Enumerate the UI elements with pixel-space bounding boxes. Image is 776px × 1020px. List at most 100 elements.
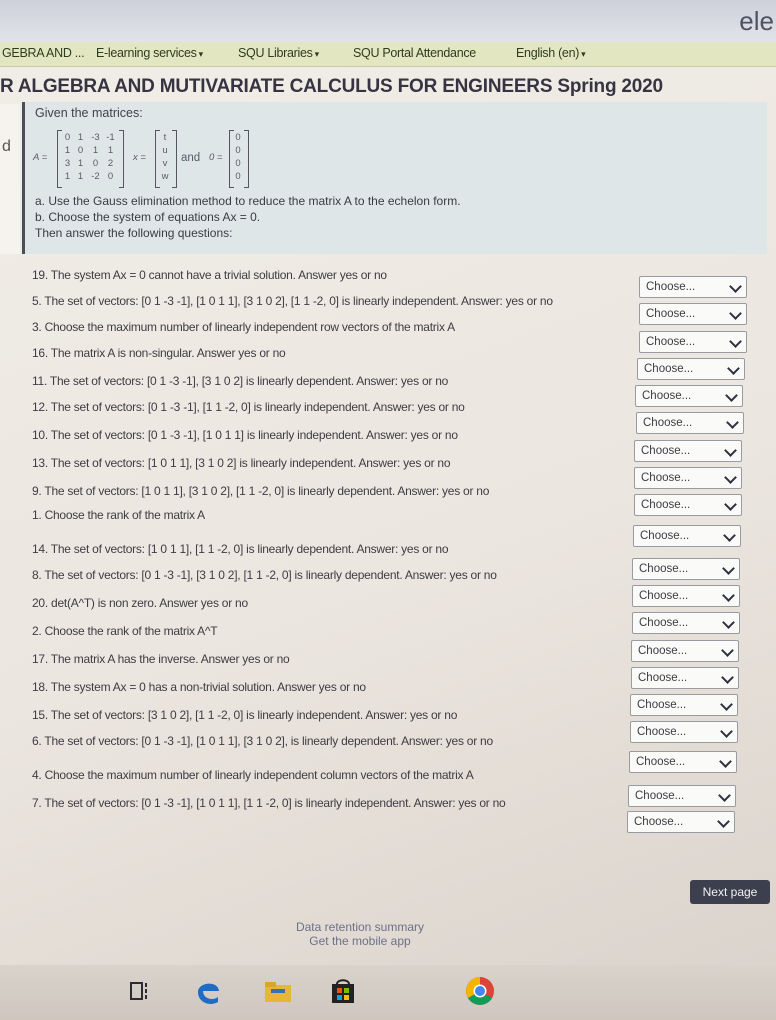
answer-select[interactable]: Choose...: [628, 785, 736, 807]
data-retention-link[interactable]: Data retention summary: [0, 920, 720, 934]
nav-item-3[interactable]: SQU Libraries ▾: [238, 46, 319, 60]
answer-select-label: Choose...: [642, 390, 692, 402]
answer-select[interactable]: Choose...: [633, 525, 741, 547]
answer-select-label: Choose...: [641, 445, 691, 457]
question-text: 17. The matrix A has the inverse. Answer…: [32, 652, 290, 666]
answer-select[interactable]: Choose...: [629, 751, 737, 773]
answer-select-label: Choose...: [643, 417, 693, 429]
matrix-cell: 1: [107, 145, 114, 156]
question-text: 10. The set of vectors: [0 1 -3 -1], [1 …: [32, 428, 458, 442]
question-text: 14. The set of vectors: [1 0 1 1], [1 1 …: [32, 542, 449, 556]
zero-vector: 0 0 0 0: [232, 132, 244, 182]
instruction-a: a. Use the Gauss elimination method to r…: [35, 194, 461, 208]
matrix-cell: -3: [91, 132, 100, 143]
question-text: 19. The system Ax = 0 cannot have a triv…: [32, 268, 387, 282]
edge-icon[interactable]: [192, 975, 224, 1007]
answer-select[interactable]: Choose...: [639, 303, 747, 325]
chevron-down-icon: [727, 362, 740, 375]
mobile-app-link[interactable]: Get the mobile app: [0, 934, 720, 948]
store-icon[interactable]: [327, 975, 359, 1007]
answer-select[interactable]: Choose...: [636, 412, 744, 434]
answer-select[interactable]: Choose...: [630, 694, 738, 716]
chevron-down-icon: [729, 335, 742, 348]
chevron-down-icon: [718, 789, 731, 802]
left-edge: d: [0, 104, 20, 254]
nav-item-4[interactable]: SQU Portal Attendance: [353, 46, 476, 60]
and-label: and: [181, 152, 201, 164]
question-text: 15. The set of vectors: [3 1 0 2], [1 1 …: [32, 708, 458, 722]
answer-select[interactable]: Choose...: [634, 467, 742, 489]
nav-item-5[interactable]: English (en) ▾: [516, 46, 586, 60]
answer-select[interactable]: Choose...: [632, 558, 740, 580]
question-text: 4. Choose the maximum number of linearly…: [32, 768, 474, 782]
answer-select-label: Choose...: [641, 472, 691, 484]
left-edge-mark: d: [2, 138, 11, 155]
answer-select-label: Choose...: [646, 308, 696, 320]
answer-select-label: Choose...: [640, 530, 690, 542]
nav-item-2[interactable]: E-learning services ▾: [96, 46, 203, 60]
answer-select-label: Choose...: [646, 336, 696, 348]
question-text: 6. The set of vectors: [0 1 -3 -1], [1 0…: [32, 734, 493, 748]
chevron-down-icon: [724, 444, 737, 457]
taskbar: [0, 965, 776, 1020]
vector-x: tuvw: [158, 132, 172, 182]
nav-item-label: SQU Libraries: [238, 46, 313, 60]
answer-select[interactable]: Choose...: [634, 440, 742, 462]
question-box: Given the matrices: A = 0 1 -3 -1 1 0 1 1 3 1 0 2 1 1…: [22, 102, 767, 254]
answer-select-label: Choose...: [644, 363, 694, 375]
question-text: 1. Choose the rank of the matrix A: [32, 508, 205, 522]
answer-select[interactable]: Choose...: [631, 640, 739, 662]
vector-x-label: x =: [133, 152, 146, 163]
matrix-cell: 0: [64, 132, 71, 143]
answer-select[interactable]: Choose...: [632, 585, 740, 607]
answer-select[interactable]: Choose...: [634, 494, 742, 516]
answer-select[interactable]: Choose...: [631, 667, 739, 689]
answer-select[interactable]: Choose...: [627, 811, 735, 833]
nav-item-label: E-learning services: [96, 46, 197, 60]
matrix-cell: u: [162, 145, 168, 156]
matrix-cell: 0: [235, 171, 241, 182]
matrix-cell: 0: [235, 158, 241, 169]
answer-select-label: Choose...: [646, 281, 696, 293]
question-text: 2. Choose the rank of the matrix A^T: [32, 624, 218, 638]
answer-select[interactable]: Choose...: [637, 358, 745, 380]
answer-select-label: Choose...: [639, 590, 689, 602]
matrix-cell: 1: [92, 145, 99, 156]
matrix-a-label: A =: [33, 152, 48, 163]
matrices-block: A = 0 1 -3 -1 1 0 1 1 3 1 0 2 1 1 -2 0 x = tuvw and 0 =…: [31, 128, 291, 190]
chevron-down-icon: [724, 471, 737, 484]
instruction-b: b. Choose the system of equations Ax = 0…: [35, 210, 261, 224]
answer-select[interactable]: Choose...: [639, 331, 747, 353]
chevron-down-icon: [729, 280, 742, 293]
matrix-cell: 1: [77, 132, 84, 143]
answer-select-label: Choose...: [634, 816, 684, 828]
nav-item-label: English (en): [516, 46, 580, 60]
chevron-down-icon: [722, 589, 735, 602]
matrix-cell: 1: [64, 171, 71, 182]
file-explorer-icon[interactable]: [262, 975, 294, 1007]
course-title: R ALGEBRA AND MUTIVARIATE CALCULUS FOR E…: [0, 76, 663, 97]
matrix-cell: -1: [106, 132, 115, 143]
vector-x-right-bracket: [172, 130, 177, 188]
matrix-cell: 0: [92, 158, 99, 169]
chrome-icon[interactable]: [464, 975, 496, 1007]
matrix-cell: 0: [77, 145, 84, 156]
matrix-cell: v: [162, 158, 168, 169]
matrix-cell: 2: [107, 158, 114, 169]
nav-item-1[interactable]: GEBRA AND ...: [2, 46, 85, 60]
answer-select[interactable]: Choose...: [630, 721, 738, 743]
answer-select[interactable]: Choose...: [632, 612, 740, 634]
matrix-cell: 0: [107, 171, 114, 182]
answer-select[interactable]: Choose...: [635, 385, 743, 407]
task-view-icon[interactable]: [124, 975, 156, 1007]
next-page-button[interactable]: Next page: [690, 880, 770, 904]
matrix-cell: w: [161, 171, 169, 182]
answer-select-label: Choose...: [635, 790, 685, 802]
nav-bar: GEBRA AND ... E-learning services ▾ SQU Lib…: [0, 42, 776, 67]
answer-select-label: Choose...: [637, 726, 687, 738]
question-text: 12. The set of vectors: [0 1 -3 -1], [1 …: [32, 400, 465, 414]
chevron-down-icon: [721, 644, 734, 657]
answer-select[interactable]: Choose...: [639, 276, 747, 298]
answer-select-label: Choose...: [639, 563, 689, 575]
question-text: 13. The set of vectors: [1 0 1 1], [3 1 …: [32, 456, 451, 470]
